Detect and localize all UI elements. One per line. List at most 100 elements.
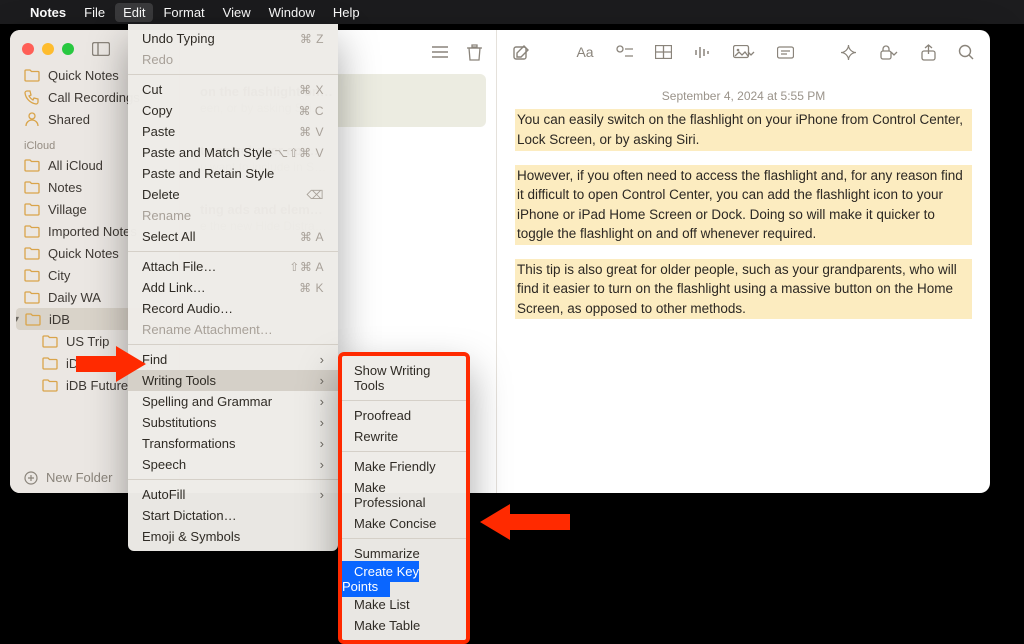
menu-item-find[interactable]: Find› xyxy=(128,349,338,370)
submenu-item-create-key-points[interactable]: Create Key Points xyxy=(342,561,419,597)
menu-item-cut[interactable]: Cut ⌘ X xyxy=(128,79,338,100)
menu-item-delete[interactable]: Delete⌫ xyxy=(128,184,338,205)
menu-shortcut: ⇧⌘ A xyxy=(289,260,324,274)
submenu-item-label: Create Key Points xyxy=(342,564,419,594)
close-window-button[interactable] xyxy=(22,43,34,55)
menu-item-label: Paste xyxy=(142,124,175,139)
sidebar-item-label: US Trip xyxy=(66,334,109,349)
submenu-item-show-writing-tools[interactable]: Show Writing Tools xyxy=(342,360,466,396)
menu-item-writing-tools[interactable]: Writing Tools › xyxy=(128,370,338,391)
trash-icon[interactable] xyxy=(467,44,482,61)
menu-separator xyxy=(128,344,338,345)
editor-body[interactable]: September 4, 2024 at 5:55 PM You can eas… xyxy=(497,74,990,493)
menu-item-label: Substitutions xyxy=(142,415,216,430)
editor-toolbar: Aa xyxy=(497,30,990,74)
menu-item-spelling-and-grammar[interactable]: Spelling and Grammar › xyxy=(128,391,338,412)
menubar-view[interactable]: View xyxy=(223,5,251,20)
sidebar-toggle-icon[interactable] xyxy=(92,42,110,56)
menu-item-paste[interactable]: Paste ⌘ V xyxy=(128,121,338,142)
menu-item-label: Add Link… xyxy=(142,280,206,295)
submenu-item-proofread[interactable]: Proofread xyxy=(342,405,466,426)
search-icon[interactable] xyxy=(958,44,974,60)
menu-item-select-all[interactable]: Select All⌘ A xyxy=(128,226,338,247)
menu-item-undo-typing[interactable]: Undo Typing ⌘ Z xyxy=(128,28,338,49)
submenu-item-label: Make Professional xyxy=(354,480,426,510)
table-icon[interactable] xyxy=(655,45,672,59)
submenu-item-label: Rewrite xyxy=(354,429,398,444)
menubar-file[interactable]: File xyxy=(84,5,105,20)
menu-item-paste-and-retain-style[interactable]: Paste and Retain Style xyxy=(128,163,338,184)
menu-item-rename: Rename xyxy=(128,205,338,226)
writing-tools-submenu: Show Writing Tools Proofread Rewrite Make F… xyxy=(338,352,470,644)
menubar-format[interactable]: Format xyxy=(163,5,204,20)
zoom-window-button[interactable] xyxy=(62,43,74,55)
sidebar-item-label: Quick Notes xyxy=(48,68,119,83)
sidebar-item-label: Shared xyxy=(48,112,90,127)
menu-shortcut: ⌘ X xyxy=(299,83,324,97)
media-icon[interactable] xyxy=(733,45,755,60)
menu-separator xyxy=(128,74,338,75)
chevron-right-icon: › xyxy=(320,394,324,409)
menu-item-autofill[interactable]: AutoFill› xyxy=(128,484,338,505)
menu-item-speech[interactable]: Speech › xyxy=(128,454,338,475)
menu-item-label: Paste and Retain Style xyxy=(142,166,274,181)
menu-item-copy[interactable]: Copy⌘ C xyxy=(128,100,338,121)
audio-icon[interactable] xyxy=(694,45,711,60)
menu-item-label: Transformations xyxy=(142,436,235,451)
submenu-item-make-professional[interactable]: Make Professional xyxy=(342,477,466,513)
menu-item-label: Record Audio… xyxy=(142,301,233,316)
menu-item-label: Spelling and Grammar xyxy=(142,394,272,409)
menu-item-paste-and-match-style[interactable]: Paste and Match Style⌥⇧⌘ V xyxy=(128,142,338,163)
menu-item-start-dictation[interactable]: Start Dictation… xyxy=(128,505,338,526)
note-timestamp: September 4, 2024 at 5:55 PM xyxy=(515,88,972,109)
share-icon[interactable] xyxy=(921,44,936,61)
menubar-help[interactable]: Help xyxy=(333,5,360,20)
menu-item-label: Rename Attachment… xyxy=(142,322,273,337)
submenu-item-make-list[interactable]: Make List xyxy=(342,594,466,615)
submenu-item-rewrite[interactable]: Rewrite xyxy=(342,426,466,447)
menubar-edit[interactable]: Edit xyxy=(115,3,153,22)
menu-separator xyxy=(128,479,338,480)
submenu-item-label: Make Friendly xyxy=(354,459,436,474)
menu-separator xyxy=(342,538,466,539)
compose-icon[interactable] xyxy=(513,44,530,61)
menu-item-label: Speech xyxy=(142,457,186,472)
menu-item-label: Writing Tools xyxy=(142,373,216,388)
menu-item-label: Find xyxy=(142,352,167,367)
minimize-window-button[interactable] xyxy=(42,43,54,55)
menubar-window[interactable]: Window xyxy=(269,5,315,20)
menu-item-label: Start Dictation… xyxy=(142,508,237,523)
sidebar-item-label: Imported Notes xyxy=(48,224,137,239)
menu-shortcut: ⌘ Z xyxy=(300,32,324,46)
link-icon[interactable] xyxy=(777,45,794,60)
lock-icon[interactable] xyxy=(879,44,899,61)
menubar-app[interactable]: Notes xyxy=(30,5,66,20)
menu-item-label: Undo Typing xyxy=(142,31,215,46)
submenu-item-make-friendly[interactable]: Make Friendly xyxy=(342,456,466,477)
menu-separator xyxy=(342,451,466,452)
list-view-icon[interactable] xyxy=(431,45,449,59)
chevron-right-icon: › xyxy=(320,373,324,388)
menu-item-redo: Redo xyxy=(128,49,338,70)
sidebar-item-label: Call Recordings xyxy=(48,90,140,105)
submenu-item-label: Make List xyxy=(354,597,410,612)
menu-item-substitutions[interactable]: Substitutions› xyxy=(128,412,338,433)
submenu-item-make-concise[interactable]: Make Concise xyxy=(342,513,466,534)
menu-item-add-link[interactable]: Add Link…⌘ K xyxy=(128,277,338,298)
menu-item-emoji-symbols[interactable]: Emoji & Symbols xyxy=(128,526,338,547)
menu-item-label: Cut xyxy=(142,82,162,97)
menu-item-label: Attach File… xyxy=(142,259,216,274)
sidebar-item-label: iDB xyxy=(49,312,70,327)
checklist-icon[interactable] xyxy=(616,45,633,60)
menu-item-record-audio[interactable]: Record Audio… xyxy=(128,298,338,319)
format-icon[interactable]: Aa xyxy=(576,44,593,60)
chevron-right-icon: › xyxy=(320,457,324,472)
intelligence-icon[interactable] xyxy=(840,44,857,61)
menu-item-transformations[interactable]: Transformations› xyxy=(128,433,338,454)
menu-item-label: Redo xyxy=(142,52,173,67)
submenu-item-make-table[interactable]: Make Table xyxy=(342,615,466,636)
menu-item-label: AutoFill xyxy=(142,487,185,502)
menu-item-attach-file[interactable]: Attach File… ⇧⌘ A xyxy=(128,256,338,277)
menu-shortcut: ⌘ V xyxy=(299,125,324,139)
sidebar-item-label: All iCloud xyxy=(48,158,103,173)
